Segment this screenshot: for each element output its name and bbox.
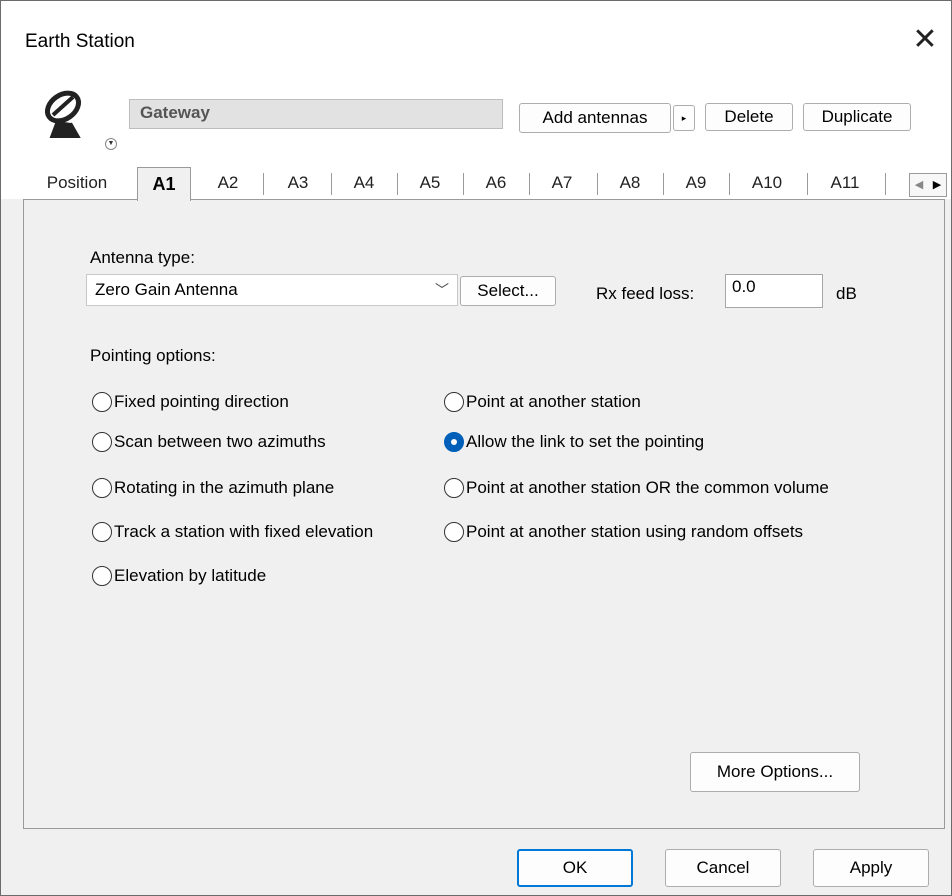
add-antennas-button[interactable]: Add antennas <box>519 103 671 133</box>
ok-button[interactable]: OK <box>517 849 633 887</box>
tab-divider <box>597 173 598 195</box>
radio-button[interactable] <box>92 522 112 542</box>
chevron-down-icon[interactable]: ▼ <box>105 138 117 150</box>
tab-a4[interactable]: A4 <box>339 169 389 197</box>
radio-button[interactable] <box>92 566 112 586</box>
add-antennas-menu-arrow-icon[interactable]: ▸ <box>673 105 695 131</box>
tab-strip: Position A1 A2 A3 A4 A5 A6 A7 A8 A9 A10 … <box>1 167 951 201</box>
tab-a1[interactable]: A1 <box>137 167 191 201</box>
window-title: Earth Station <box>25 31 135 52</box>
antenna-type-dropdown[interactable]: Zero Gain Antenna ﹀ <box>86 274 458 306</box>
tab-a3[interactable]: A3 <box>273 169 323 197</box>
title-bar: Earth Station ✕ <box>1 1 951 81</box>
rx-feed-loss-unit: dB <box>836 284 857 303</box>
radio-button[interactable] <box>444 478 464 498</box>
earth-station-dialog: Earth Station ✕ ▼ Gateway Add antennas ▸… <box>0 0 952 896</box>
tab-divider <box>529 173 530 195</box>
chevron-down-icon: ﹀ <box>435 282 449 298</box>
tab-divider <box>729 173 730 195</box>
tab-divider <box>397 173 398 195</box>
tab-a2[interactable]: A2 <box>203 169 253 197</box>
pointing-options-label: Pointing options: <box>90 346 216 365</box>
antenna-type-label: Antenna type: <box>90 248 195 267</box>
tab-a9[interactable]: A9 <box>671 169 721 197</box>
satellite-dish-icon[interactable] <box>35 83 99 141</box>
tab-a10[interactable]: A10 <box>737 169 797 197</box>
tab-a6[interactable]: A6 <box>471 169 521 197</box>
tab-divider <box>263 173 264 195</box>
rx-feed-loss-input[interactable]: 0.0 <box>725 274 823 308</box>
select-antenna-button[interactable]: Select... <box>460 276 556 306</box>
delete-button[interactable]: Delete <box>705 103 793 131</box>
tab-scroll-right-icon[interactable]: ▶ <box>928 174 946 196</box>
more-options-button[interactable]: More Options... <box>690 752 860 792</box>
station-name-field[interactable]: Gateway <box>129 99 503 129</box>
tab-position[interactable]: Position <box>35 169 119 197</box>
tab-divider <box>885 173 886 195</box>
antenna-tab-panel: Antenna type: Zero Gain Antenna ﹀ Select… <box>23 199 945 829</box>
radio-button[interactable] <box>92 478 112 498</box>
tab-divider <box>807 173 808 195</box>
tab-a8[interactable]: A8 <box>605 169 655 197</box>
radio-button[interactable] <box>444 392 464 412</box>
tab-a5[interactable]: A5 <box>405 169 455 197</box>
tab-divider <box>463 173 464 195</box>
radio-button[interactable] <box>92 432 112 452</box>
tab-a11[interactable]: A11 <box>815 169 875 197</box>
radio-button[interactable] <box>444 522 464 542</box>
apply-button[interactable]: Apply <box>813 849 929 887</box>
tab-divider <box>331 173 332 195</box>
close-icon[interactable]: ✕ <box>905 21 945 61</box>
rx-feed-loss-label: Rx feed loss: <box>596 284 695 303</box>
cancel-button[interactable]: Cancel <box>665 849 781 887</box>
tab-a7[interactable]: A7 <box>537 169 587 197</box>
radio-button-selected[interactable] <box>444 432 464 452</box>
tab-divider <box>663 173 664 195</box>
tab-scroll-control: ◀ ▶ <box>909 173 947 197</box>
antenna-type-value: Zero Gain Antenna <box>95 280 238 299</box>
tab-scroll-left-icon[interactable]: ◀ <box>910 174 928 196</box>
duplicate-button[interactable]: Duplicate <box>803 103 911 131</box>
radio-button[interactable] <box>92 392 112 412</box>
